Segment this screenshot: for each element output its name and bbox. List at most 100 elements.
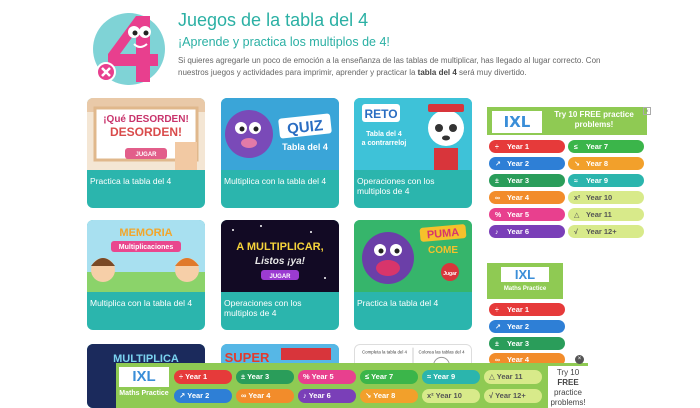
banner-close-icon[interactable]: × xyxy=(575,355,584,364)
svg-text:Listos ¡ya!: Listos ¡ya! xyxy=(255,256,306,267)
svg-text:Multiplicaciones: Multiplicaciones xyxy=(119,244,174,251)
banner-pill-year-12[interactable]: √ Year 12+ xyxy=(484,389,542,403)
pill-label: Year 9 xyxy=(585,176,609,185)
pill-label: Year 11 xyxy=(496,372,523,381)
pill-label: Year 5 xyxy=(506,210,530,219)
ad2-pill-year-3[interactable]: ± Year 3 xyxy=(489,337,565,350)
pill-label: Year 6 xyxy=(308,391,331,400)
game-card-memoria[interactable]: MEMORIA Multiplicaciones Multiplica con … xyxy=(87,220,205,330)
intro-bold: tabla del 4 xyxy=(417,68,457,77)
divide-icon: ÷ xyxy=(495,144,499,151)
ad-pill-year-9[interactable]: ≈ Year 9 xyxy=(568,174,644,187)
svg-text:a contrarreloj: a contrarreloj xyxy=(362,140,407,147)
pill-label: Year 1 xyxy=(506,142,530,151)
svg-text:JUGAR: JUGAR xyxy=(135,152,157,158)
svg-text:Tabla del 4: Tabla del 4 xyxy=(366,131,402,138)
ad-pill-year-2[interactable]: ↗ Year 2 xyxy=(489,157,565,170)
plus-minus-icon: ± xyxy=(495,341,499,348)
pill-label: Year 10 xyxy=(435,391,462,400)
banner-pill-year-4[interactable]: ∞ Year 4 xyxy=(236,389,294,403)
game-card-label: Operaciones con los multiplos de 4 xyxy=(357,176,435,196)
pill-label: Year 4 xyxy=(506,193,530,202)
tag-bold: FREE xyxy=(557,378,579,387)
pill-label: Year 9 xyxy=(433,372,456,381)
infinity-icon: ∞ xyxy=(495,195,500,202)
game-card-a-multiplicar[interactable]: A MULTIPLICAR, Listos ¡ya! JUGAR Operaci… xyxy=(221,220,339,330)
ixl-ad-header[interactable]: IXL Maths Practice xyxy=(487,263,563,299)
ad2-pill-year-2[interactable]: ↗ Year 2 xyxy=(489,320,565,333)
percent-icon: % xyxy=(495,212,502,219)
tag-text: practice problems! xyxy=(550,388,586,407)
banner-pill-year-8[interactable]: ↘ Year 8 xyxy=(360,389,418,403)
banner-pill-year-9[interactable]: ≈ Year 9 xyxy=(422,370,480,384)
pill-label: Year 12+ xyxy=(585,227,617,236)
arrow-icon: ↗ xyxy=(495,324,501,331)
pill-label: Year 1 xyxy=(185,372,208,381)
ad-pill-year-7[interactable]: ≤ Year 7 xyxy=(568,140,644,153)
pill-label: Year 8 xyxy=(373,391,396,400)
pill-label: Year 10 xyxy=(585,193,613,202)
pill-label: Year 7 xyxy=(585,142,609,151)
game-thumbnail: PUMA COME Jugar xyxy=(354,220,472,292)
game-card-que-desorden[interactable]: ¡Qué DESORDEN! DESORDEN! JUGAR Practica … xyxy=(87,98,205,208)
pill-label: Year 2 xyxy=(506,322,530,331)
banner-pill-year-7[interactable]: ≤ Year 7 xyxy=(360,370,418,384)
pill-label: Year 1 xyxy=(506,305,530,314)
banner-pill-year-3[interactable]: ± Year 3 xyxy=(236,370,294,384)
banner-pill-year-6[interactable]: ♪ Year 6 xyxy=(298,389,356,403)
pill-label: Year 5 xyxy=(311,372,334,381)
pill-label: Year 4 xyxy=(248,391,271,400)
banner-pill-year-11[interactable]: △ Year 11 xyxy=(484,370,542,384)
banner-pill-year-2[interactable]: ↗ Year 2 xyxy=(174,389,232,403)
banner-pill-year-1[interactable]: ÷ Year 1 xyxy=(174,370,232,384)
ad-pill-year-1[interactable]: ÷ Year 1 xyxy=(489,140,565,153)
game-card-reto[interactable]: RETO Tabla del 4 a contrarreloj Operacio… xyxy=(354,98,472,208)
ixl-logo: IXL xyxy=(119,367,169,387)
ad-pill-year-10[interactable]: x² Year 10 xyxy=(568,191,644,204)
game-card-label: Practica la tabla del 4 xyxy=(90,176,172,186)
pill-label: Year 11 xyxy=(585,210,612,219)
ad-close-icon[interactable]: × xyxy=(643,107,651,115)
game-thumbnail: MEMORIA Multiplicaciones xyxy=(87,220,205,292)
banner-pill-year-10[interactable]: x² Year 10 xyxy=(422,389,480,403)
pill-label: Year 8 xyxy=(585,159,609,168)
percent-icon: % xyxy=(303,372,310,381)
ad2-pill-year-1[interactable]: ÷ Year 1 xyxy=(489,303,565,316)
ad-pill-year-11[interactable]: △ Year 11 xyxy=(568,208,644,221)
plus-minus-icon: ± xyxy=(495,178,499,185)
sqrt-icon: √ xyxy=(574,229,578,236)
banner-pill-year-5[interactable]: % Year 5 xyxy=(298,370,356,384)
game-thumbnail: A MULTIPLICAR, Listos ¡ya! JUGAR xyxy=(221,220,339,292)
triangle-icon: △ xyxy=(489,372,495,381)
ad-pill-year-3[interactable]: ± Year 3 xyxy=(489,174,565,187)
banner-tagline[interactable]: Try 10 FREE practice problems! xyxy=(548,366,588,408)
arrow-icon: ↗ xyxy=(495,161,501,168)
square-icon: x² xyxy=(427,391,434,400)
game-card-label: Multiplica con la tabla del 4 xyxy=(224,176,327,186)
game-card-label: Practica la tabla del 4 xyxy=(357,298,439,308)
game-card-quiz[interactable]: QUIZ Tabla del 4 Multiplica con la tabla… xyxy=(221,98,339,208)
pill-label: Year 3 xyxy=(506,339,530,348)
divide-icon: ÷ xyxy=(495,307,499,314)
pill-label: Year 6 xyxy=(506,227,530,236)
intro-paragraph: Si quieres agregarle un poco de emoción … xyxy=(178,55,608,79)
game-card-puma-come[interactable]: PUMA COME Jugar Practica la tabla del 4 xyxy=(354,220,472,330)
ixl-ad-header[interactable]: IXL Try 10 FREE practice problems! xyxy=(487,107,647,135)
ad-pill-year-8[interactable]: ↘ Year 8 xyxy=(568,157,644,170)
svg-text:DESORDEN!: DESORDEN! xyxy=(110,125,182,139)
ixl-ad-sidebar[interactable]: IXL Try 10 FREE practice problems! xyxy=(487,107,647,135)
svg-text:COME: COME xyxy=(428,245,458,256)
pill-label: Year 3 xyxy=(506,176,530,185)
svg-text:Colorea las tablas del 4: Colorea las tablas del 4 xyxy=(418,349,465,354)
ixl-bottom-banner[interactable]: IXL Maths Practice ÷ Year 1 ± Year 3 % Y… xyxy=(116,363,588,408)
page-title: Juegos de la tabla del 4 xyxy=(178,10,369,30)
ixl-logo: IXL xyxy=(501,267,549,282)
ad-pill-year-12[interactable]: √ Year 12+ xyxy=(568,225,644,238)
arrow-icon: ↘ xyxy=(365,391,372,400)
tag-text: Try 10 xyxy=(556,368,580,377)
ad-pill-year-6[interactable]: ♪ Year 6 xyxy=(489,225,565,238)
ad-pill-year-5[interactable]: % Year 5 xyxy=(489,208,565,221)
ixl-ad-sidebar-2[interactable]: IXL Maths Practice xyxy=(487,263,563,299)
svg-text:JUGAR: JUGAR xyxy=(269,274,291,280)
ad-pill-year-4[interactable]: ∞ Year 4 xyxy=(489,191,565,204)
